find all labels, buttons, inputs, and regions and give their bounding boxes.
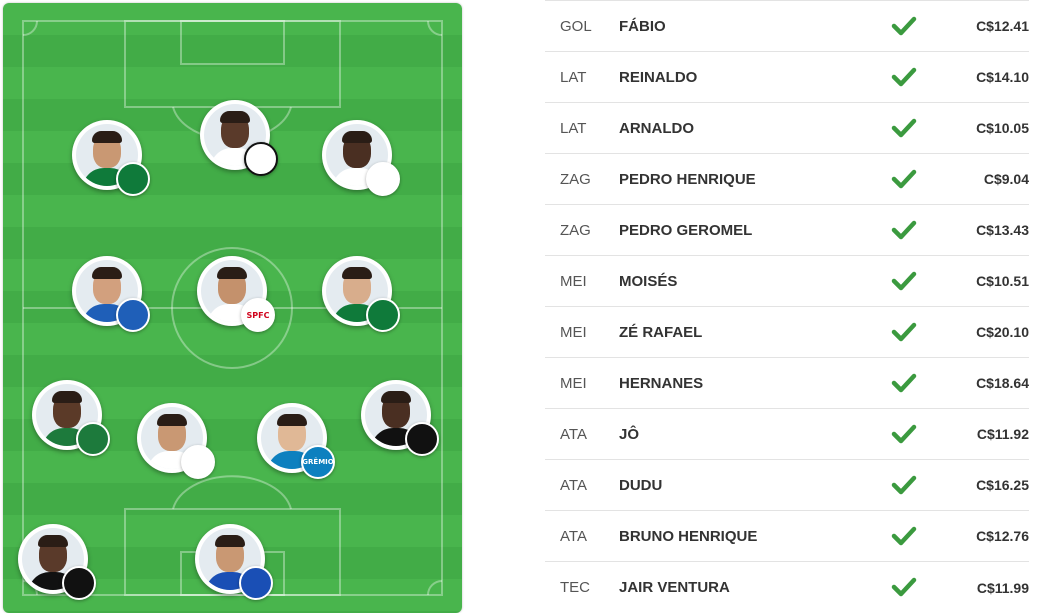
corinthians-badge-icon (181, 445, 215, 479)
position-label: MEI (560, 323, 587, 341)
roster-row[interactable]: LAT REINALDO C$14.10 (545, 52, 1029, 103)
player-name: FÁBIO (619, 17, 666, 35)
roster-row[interactable]: GOL FÁBIO C$12.41 (545, 1, 1029, 52)
check-icon (891, 118, 917, 138)
check-icon (891, 424, 917, 444)
position-label: MEI (560, 272, 587, 290)
palmeiras-badge-icon (366, 298, 400, 332)
position-label: MEI (560, 374, 587, 392)
player-name: ZÉ RAFAEL (619, 323, 703, 341)
roster-row[interactable]: LAT ARNALDO C$10.05 (545, 103, 1029, 154)
player-price: C$9.04 (983, 171, 1029, 187)
botafogo-badge-icon (405, 422, 439, 456)
position-label: GOL (560, 17, 592, 35)
check-icon (891, 373, 917, 393)
player-card[interactable]: GRÊMIO (257, 403, 335, 479)
player-name: PEDRO GEROMEL (619, 221, 753, 239)
position-label: ATA (560, 527, 587, 545)
player-price: C$12.76 (976, 528, 1029, 544)
player-name: ARNALDO (619, 119, 694, 137)
player-name: JÔ (619, 425, 640, 443)
check-icon (891, 16, 917, 36)
bahia-badge-icon (116, 298, 150, 332)
check-icon (891, 271, 917, 291)
player-name: HERNANES (619, 374, 704, 392)
position-label: ZAG (560, 221, 591, 239)
player-price: C$12.41 (976, 18, 1029, 34)
player-price: C$10.51 (976, 273, 1029, 289)
player-price: C$14.10 (976, 69, 1029, 85)
check-icon (891, 67, 917, 87)
player-card[interactable]: SPFC (197, 256, 275, 332)
player-name: REINALDO (619, 68, 698, 86)
cruzeiro-badge-icon (239, 566, 273, 600)
player-name: BRUNO HENRIQUE (619, 527, 758, 545)
roster-row[interactable]: ZAG PEDRO HENRIQUE C$9.04 (545, 154, 1029, 205)
player-name: JAIR VENTURA (619, 579, 730, 596)
check-icon (891, 220, 917, 240)
check-icon (891, 475, 917, 495)
roster-row[interactable]: ATA DUDU C$16.25 (545, 460, 1029, 511)
roster-row[interactable]: ATA JÔ C$11.92 (545, 409, 1029, 460)
lineup-field: SPFC GRÊMIO (3, 3, 462, 613)
palmeiras-badge-icon (116, 162, 150, 196)
corinthians-badge-icon (366, 162, 400, 196)
roster-row[interactable]: TEC JAIR VENTURA C$11.99 (545, 562, 1029, 613)
check-icon (891, 577, 917, 597)
player-card[interactable] (18, 524, 96, 600)
check-icon (891, 169, 917, 189)
position-label: LAT (560, 119, 587, 137)
player-name: DUDU (619, 476, 663, 494)
player-price: C$18.64 (976, 375, 1029, 391)
player-card[interactable] (361, 380, 439, 456)
player-card[interactable] (72, 256, 150, 332)
player-price: C$13.43 (976, 222, 1029, 238)
position-label: ATA (560, 476, 587, 494)
roster-list: GOL FÁBIO C$12.41 LAT REINALDO C$14.10 L… (545, 0, 1029, 613)
player-price: C$16.25 (976, 477, 1029, 493)
player-card[interactable] (137, 403, 215, 479)
player-price: C$10.05 (976, 120, 1029, 136)
roster-row[interactable]: MEI MOISÉS C$10.51 (545, 256, 1029, 307)
position-label: TEC (560, 579, 590, 596)
player-name: PEDRO HENRIQUE (619, 170, 756, 188)
player-price: C$20.10 (976, 324, 1029, 340)
position-label: ATA (560, 425, 587, 443)
check-icon (891, 526, 917, 546)
player-card[interactable] (32, 380, 110, 456)
check-icon (891, 322, 917, 342)
position-label: ZAG (560, 170, 591, 188)
player-card[interactable] (322, 120, 400, 196)
gremio-badge-icon: GRÊMIO (301, 445, 335, 479)
botafogo-badge-icon (62, 566, 96, 600)
roster-row[interactable]: ZAG PEDRO GEROMEL C$13.43 (545, 205, 1029, 256)
santos-badge-icon (244, 142, 278, 176)
player-card[interactable] (322, 256, 400, 332)
sao-paulo-badge-icon: SPFC (241, 298, 275, 332)
player-name: MOISÉS (619, 272, 678, 290)
roster-row[interactable]: ATA BRUNO HENRIQUE C$12.76 (545, 511, 1029, 562)
chapecoense-badge-icon (76, 422, 110, 456)
player-price: C$11.92 (976, 426, 1029, 442)
roster-row[interactable]: MEI HERNANES C$18.64 (545, 358, 1029, 409)
player-price: C$11.99 (976, 579, 1029, 596)
position-label: LAT (560, 68, 587, 86)
player-card[interactable] (195, 524, 273, 600)
roster-row[interactable]: MEI ZÉ RAFAEL C$20.10 (545, 307, 1029, 358)
player-card[interactable] (200, 100, 278, 176)
player-card[interactable] (72, 120, 150, 196)
